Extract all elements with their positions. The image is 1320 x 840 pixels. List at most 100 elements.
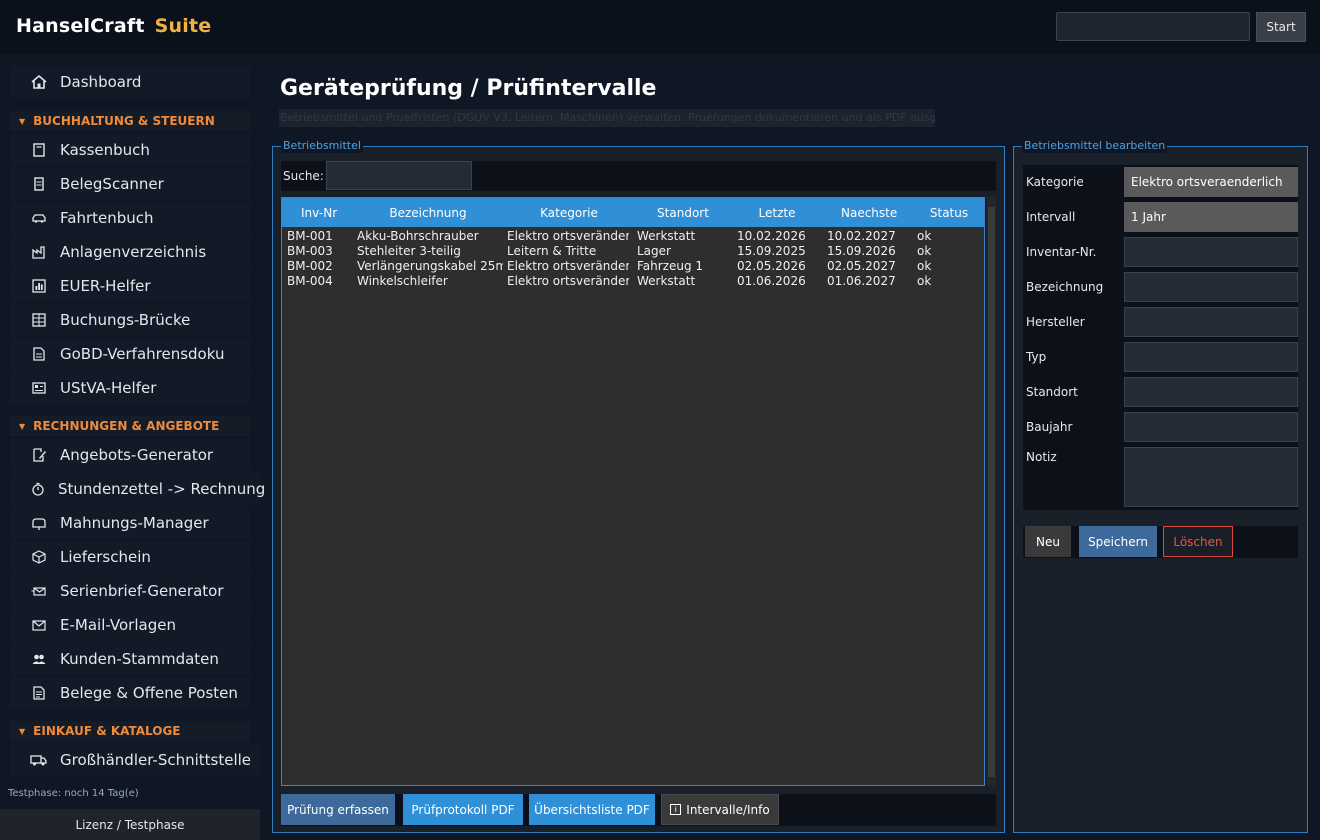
edit-action-bar: Neu Speichern Löschen [1023,526,1298,558]
top-search-input[interactable] [1056,12,1250,41]
sidebar-item-gobd[interactable]: GoBD-Verfahrensdoku [10,338,250,370]
table-scrollbar[interactable] [987,197,996,786]
sidebar-item-grosshaendler[interactable]: Großhändler-Schnittstelle [10,744,260,776]
sidebar-item-label: GoBD-Verfahrensdoku [60,345,225,363]
cell-inv-nr: BM-004 [287,274,333,288]
panel-title: Betriebsmittel bearbeiten [1022,139,1168,153]
car-icon [30,209,48,227]
ledger-icon [30,311,48,329]
license-button[interactable]: Lizenz / Testphase [0,809,260,840]
cell-kategorie: Elektro ortsveränderlich [507,259,629,273]
sidebar-item-euer-helfer[interactable]: EUER-Helfer [10,270,250,302]
factory-icon [30,243,48,261]
cell-letzte: 02.05.2026 [737,259,806,273]
mail-icon [30,616,48,634]
record-inspection-button[interactable]: Prüfung erfassen [281,794,395,825]
intervals-info-button[interactable]: i Intervalle/Info [661,794,779,825]
sidebar-item-kunden-stammdaten[interactable]: Kunden-Stammdaten [10,643,250,675]
column-header-standort[interactable]: Standort [652,206,714,220]
cell-status: ok [917,259,932,273]
envelope-icon [30,582,48,600]
inventar-input[interactable] [1124,237,1298,267]
brand-suffix: Suite [154,15,212,37]
overview-pdf-button[interactable]: Übersichtsliste PDF [529,794,655,825]
sidebar-item-angebots-generator[interactable]: Angebots-Generator [10,439,250,471]
cell-standort: Fahrzeug 1 [637,259,704,273]
kategorie-label: Kategorie [1026,175,1084,189]
baujahr-input[interactable] [1124,412,1298,442]
intervall-label: Intervall [1026,210,1076,224]
cell-status: ok [917,274,932,288]
truck-icon [30,751,48,769]
cell-naechste: 15.09.2026 [827,244,896,258]
sidebar-item-kassenbuch[interactable]: Kassenbuch [10,134,250,166]
cell-letzte: 15.09.2025 [737,244,806,258]
caret-down-icon: ▼ [19,421,26,431]
column-header-letzte[interactable]: Letzte [757,206,797,220]
bezeichnung-input[interactable] [1124,272,1298,302]
protocol-pdf-button[interactable]: Prüfprotokoll PDF [403,794,523,825]
column-header-inv-nr[interactable]: Inv-Nr [301,206,337,220]
column-header-status[interactable]: Status [929,206,969,220]
standort-input[interactable] [1124,377,1298,407]
edit-icon [30,446,48,464]
sidebar-item-anlagenverzeichnis[interactable]: Anlagenverzeichnis [10,236,250,268]
sidebar-item-email-vorlagen[interactable]: E-Mail-Vorlagen [10,609,250,641]
sidebar-item-label: Kassenbuch [60,141,150,159]
sidebar: Dashboard ▼ BUCHHALTUNG & STEUERN Kassen… [0,54,265,840]
table-row[interactable]: BM-003 Stehleiter 3-teilig Leitern & Tri… [282,244,984,259]
sidebar-item-mahnungs-manager[interactable]: Mahnungs-Manager [10,507,250,539]
info-icon: i [670,804,682,815]
sidebar-item-belege-offene-posten[interactable]: Belege & Offene Posten [10,677,250,709]
sidebar-item-label: Stundenzettel -> Rechnung [58,480,266,498]
scrollbar-thumb[interactable] [988,207,995,777]
mailbox-icon [30,514,48,532]
column-header-naechste[interactable]: Naechste [841,206,897,220]
new-button[interactable]: Neu [1025,526,1071,557]
column-header-bezeichnung[interactable]: Bezeichnung [380,206,476,220]
sidebar-item-belegscanner[interactable]: BelegScanner [10,168,250,200]
hersteller-input[interactable] [1124,307,1298,337]
sidebar-item-serienbrief[interactable]: Serienbrief-Generator [10,575,250,607]
caret-down-icon: ▼ [19,726,26,736]
package-icon [30,548,48,566]
sidebar-item-buchungs-bruecke[interactable]: Buchungs-Brücke [10,304,250,336]
search-input[interactable] [326,161,472,190]
section-header-einkauf[interactable]: ▼ EINKAUF & KATALOGE [10,721,250,741]
sidebar-item-label: BelegScanner [60,175,164,193]
notiz-textarea[interactable] [1124,447,1298,507]
sidebar-item-label: Belege & Offene Posten [60,684,238,702]
sidebar-item-lieferschein[interactable]: Lieferschein [10,541,250,573]
sidebar-item-label: Serienbrief-Generator [60,582,224,600]
cell-bezeichnung: Akku-Bohrschrauber [357,229,479,243]
sidebar-item-ustva[interactable]: UStVA-Helfer [10,372,250,404]
typ-input[interactable] [1124,342,1298,372]
table-row[interactable]: BM-004 Winkelschleifer Elektro ortsverän… [282,274,984,289]
table-row[interactable]: BM-002 Verlängerungskabel 25m Elektro or… [282,259,984,274]
caret-down-icon: ▼ [19,116,26,126]
delete-button[interactable]: Löschen [1163,526,1233,557]
section-header-buchhaltung[interactable]: ▼ BUCHHALTUNG & STEUERN [10,111,250,131]
start-button[interactable]: Start [1256,12,1306,42]
cell-kategorie: Elektro ortsveränderlich [507,274,629,288]
sidebar-item-label: Fahrtenbuch [60,209,154,227]
kategorie-select[interactable]: Elektro ortsveraenderlich [1124,167,1298,197]
cell-inv-nr: BM-001 [287,229,333,243]
table-row[interactable]: BM-001 Akku-Bohrschrauber Elektro ortsve… [282,229,984,244]
intervall-select[interactable]: 1 Jahr [1124,202,1298,232]
book-icon [30,141,48,159]
save-button[interactable]: Speichern [1079,526,1157,557]
calculator-icon [30,379,48,397]
typ-label: Typ [1026,350,1047,364]
section-header-rechnungen[interactable]: ▼ RECHNUNGEN & ANGEBOTE [10,416,250,436]
sidebar-item-stundenzettel[interactable]: Stundenzettel -> Rechnung [10,473,265,505]
home-icon [30,73,48,91]
sidebar-item-label: Anlagenverzeichnis [60,243,207,261]
sidebar-item-dashboard[interactable]: Dashboard [10,66,250,98]
stopwatch-icon [30,480,46,498]
cell-inv-nr: BM-003 [287,244,333,258]
sidebar-item-fahrtenbuch[interactable]: Fahrtenbuch [10,202,250,234]
sidebar-item-label: Mahnungs-Manager [60,514,209,532]
button-label: Intervalle/Info [686,802,770,817]
column-header-kategorie[interactable]: Kategorie [532,206,606,220]
